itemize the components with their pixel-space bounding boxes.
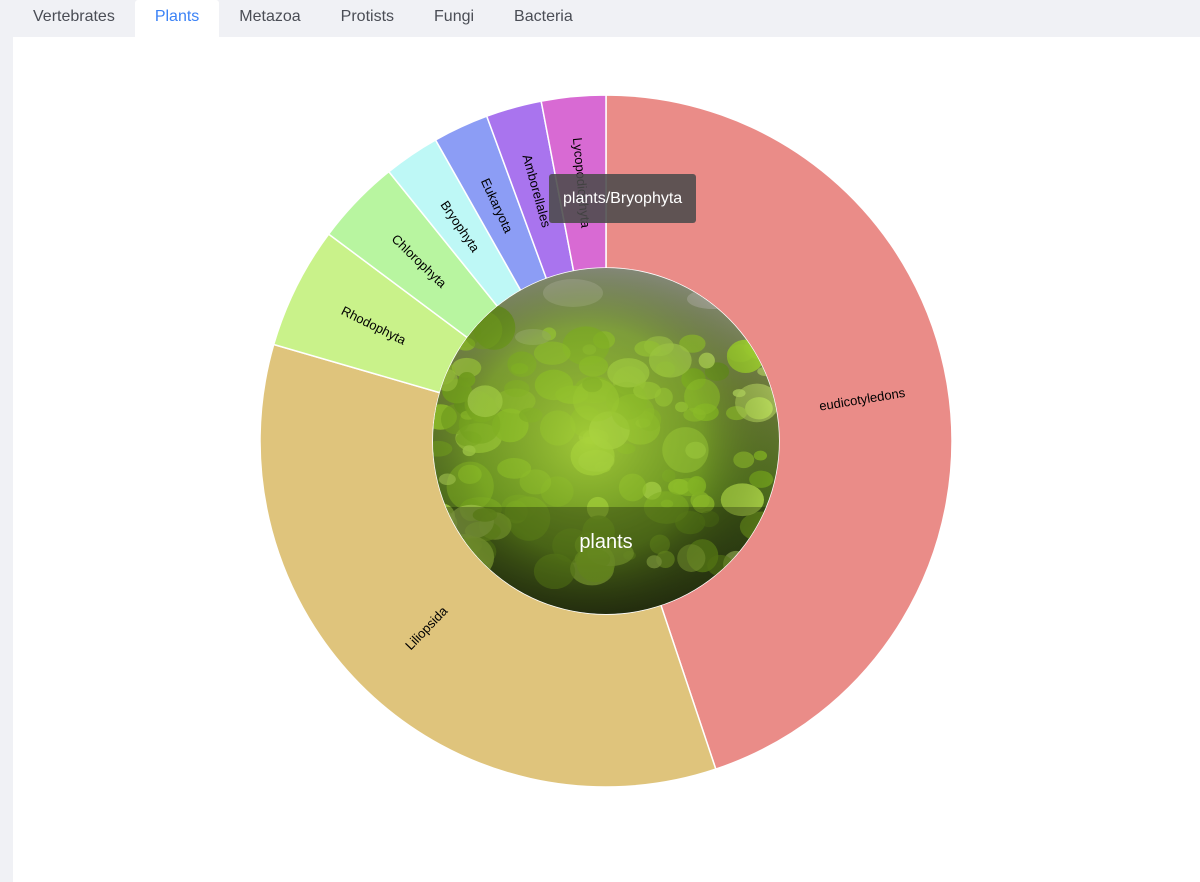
tab-fungi[interactable]: Fungi: [414, 0, 494, 37]
tab-metazoa[interactable]: Metazoa: [219, 0, 320, 37]
tab-protists[interactable]: Protists: [321, 0, 414, 37]
tab-bar: Vertebrates Plants Metazoa Protists Fung…: [0, 0, 1200, 37]
sunburst-chart: eudicotyledonsLiliopsidaRhodophytaChloro…: [259, 94, 953, 788]
center-label[interactable]: plants: [579, 531, 632, 553]
chart-panel: eudicotyledons Liliopsida Rhodophyta Chloro…: [13, 37, 1200, 882]
tab-plants[interactable]: Plants: [134, 0, 220, 37]
segment-tooltip: plants/Bryophyta: [549, 174, 697, 223]
tab-bacteria[interactable]: Bacteria: [494, 0, 593, 37]
tab-vertebrates[interactable]: Vertebrates: [13, 0, 135, 37]
